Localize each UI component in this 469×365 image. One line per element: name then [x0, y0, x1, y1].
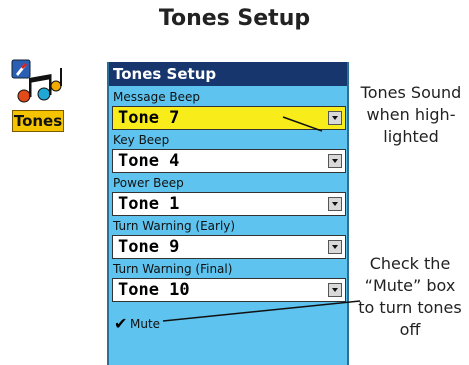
callout-line: when high-: [366, 105, 456, 124]
mute-label: Mute: [130, 317, 161, 331]
page-title: Tones Setup: [158, 6, 311, 31]
turn-warning-final-select[interactable]: Tone 10: [112, 278, 346, 302]
select-value: Tone 10: [118, 280, 190, 300]
select-value: Tone 4: [118, 151, 180, 171]
device-screen: Tones Setup Message Beep Tone 7 Key Beep…: [107, 62, 349, 365]
key-beep-label: Key Beep: [113, 133, 170, 147]
screen-title: Tones Setup: [109, 62, 347, 86]
checkmark-icon[interactable]: ✔: [114, 316, 130, 332]
dropdown-arrow-icon[interactable]: [328, 197, 342, 211]
message-beep-label: Message Beep: [113, 90, 201, 104]
mute-callout: Check the “Mute” box to turn tones off: [352, 253, 468, 341]
tones-app-icon: [10, 58, 68, 106]
turn-warning-final-label: Turn Warning (Final): [113, 262, 233, 276]
select-value: Tone 7: [118, 108, 180, 128]
callout-line: “Mute” box: [364, 276, 456, 295]
dropdown-arrow-icon[interactable]: [328, 111, 342, 125]
message-beep-select[interactable]: Tone 7: [112, 106, 346, 130]
dropdown-arrow-icon[interactable]: [328, 154, 342, 168]
turn-warning-early-label: Turn Warning (Early): [113, 219, 236, 233]
callout-line: Check the: [369, 254, 451, 273]
select-value: Tone 1: [118, 194, 180, 214]
key-beep-select[interactable]: Tone 4: [112, 149, 346, 173]
dropdown-arrow-icon[interactable]: [328, 240, 342, 254]
power-beep-label: Power Beep: [113, 176, 184, 190]
callout-line: Tones Sound: [360, 83, 462, 102]
highlight-callout: Tones Sound when high- lighted: [355, 82, 467, 148]
turn-warning-early-select[interactable]: Tone 9: [112, 235, 346, 259]
callout-line: off: [399, 320, 421, 339]
select-value: Tone 9: [118, 237, 180, 257]
power-beep-select[interactable]: Tone 1: [112, 192, 346, 216]
callout-line: lighted: [383, 127, 439, 146]
music-notes-icon: [11, 59, 62, 103]
dropdown-arrow-icon[interactable]: [328, 283, 342, 297]
app-icon-caption: Tones: [12, 110, 64, 132]
callout-line: to turn tones: [358, 298, 462, 317]
